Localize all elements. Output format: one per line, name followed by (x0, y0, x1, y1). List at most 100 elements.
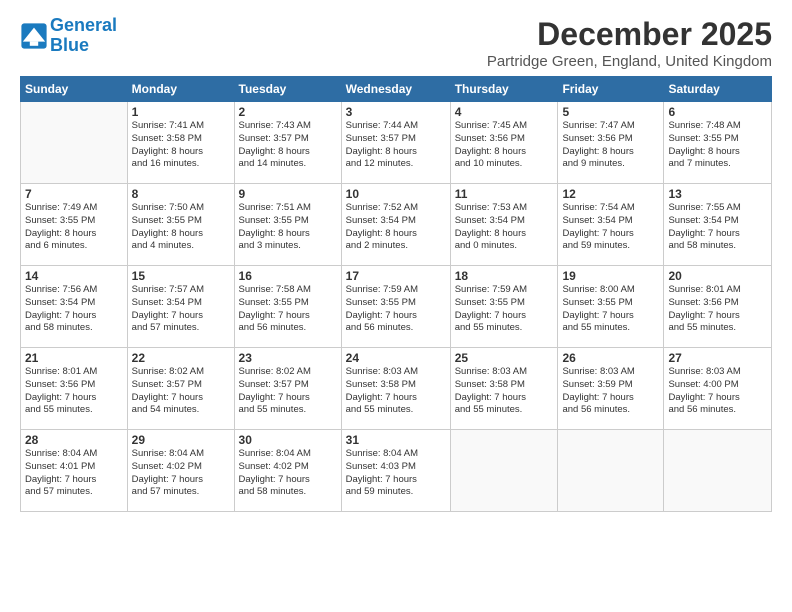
day-info: Sunrise: 7:53 AMSunset: 3:54 PMDaylight:… (455, 202, 554, 253)
calendar-cell: 14Sunrise: 7:56 AMSunset: 3:54 PMDayligh… (21, 266, 128, 348)
calendar-cell: 21Sunrise: 8:01 AMSunset: 3:56 PMDayligh… (21, 348, 128, 430)
day-info: Sunrise: 7:41 AMSunset: 3:58 PMDaylight:… (132, 120, 230, 171)
calendar-week-3: 21Sunrise: 8:01 AMSunset: 3:56 PMDayligh… (21, 348, 772, 430)
day-number: 23 (239, 351, 337, 365)
calendar-week-2: 14Sunrise: 7:56 AMSunset: 3:54 PMDayligh… (21, 266, 772, 348)
calendar-cell: 17Sunrise: 7:59 AMSunset: 3:55 PMDayligh… (341, 266, 450, 348)
calendar-cell: 26Sunrise: 8:03 AMSunset: 3:59 PMDayligh… (558, 348, 664, 430)
day-number: 29 (132, 433, 230, 447)
day-header-sunday: Sunday (21, 77, 128, 102)
calendar-cell: 16Sunrise: 7:58 AMSunset: 3:55 PMDayligh… (234, 266, 341, 348)
calendar-cell: 5Sunrise: 7:47 AMSunset: 3:56 PMDaylight… (558, 102, 664, 184)
day-number: 1 (132, 105, 230, 119)
day-info: Sunrise: 8:04 AMSunset: 4:02 PMDaylight:… (132, 448, 230, 499)
logo-text: General Blue (50, 16, 117, 56)
calendar-week-1: 7Sunrise: 7:49 AMSunset: 3:55 PMDaylight… (21, 184, 772, 266)
day-number: 16 (239, 269, 337, 283)
day-info: Sunrise: 7:47 AMSunset: 3:56 PMDaylight:… (562, 120, 659, 171)
calendar-cell: 8Sunrise: 7:50 AMSunset: 3:55 PMDaylight… (127, 184, 234, 266)
calendar-cell: 1Sunrise: 7:41 AMSunset: 3:58 PMDaylight… (127, 102, 234, 184)
calendar-cell: 24Sunrise: 8:03 AMSunset: 3:58 PMDayligh… (341, 348, 450, 430)
calendar-cell (450, 430, 558, 512)
day-number: 22 (132, 351, 230, 365)
calendar-cell: 11Sunrise: 7:53 AMSunset: 3:54 PMDayligh… (450, 184, 558, 266)
day-info: Sunrise: 7:50 AMSunset: 3:55 PMDaylight:… (132, 202, 230, 253)
calendar-cell: 31Sunrise: 8:04 AMSunset: 4:03 PMDayligh… (341, 430, 450, 512)
day-number: 21 (25, 351, 123, 365)
location-subtitle: Partridge Green, England, United Kingdom (487, 53, 772, 70)
day-number: 30 (239, 433, 337, 447)
calendar-cell: 30Sunrise: 8:04 AMSunset: 4:02 PMDayligh… (234, 430, 341, 512)
day-info: Sunrise: 7:57 AMSunset: 3:54 PMDaylight:… (132, 284, 230, 335)
day-number: 28 (25, 433, 123, 447)
calendar-cell: 22Sunrise: 8:02 AMSunset: 3:57 PMDayligh… (127, 348, 234, 430)
calendar-cell: 18Sunrise: 7:59 AMSunset: 3:55 PMDayligh… (450, 266, 558, 348)
day-info: Sunrise: 7:54 AMSunset: 3:54 PMDaylight:… (562, 202, 659, 253)
day-info: Sunrise: 8:03 AMSunset: 3:58 PMDaylight:… (346, 366, 446, 417)
day-info: Sunrise: 7:51 AMSunset: 3:55 PMDaylight:… (239, 202, 337, 253)
day-info: Sunrise: 8:02 AMSunset: 3:57 PMDaylight:… (239, 366, 337, 417)
day-number: 10 (346, 187, 446, 201)
logo-line1: General (50, 15, 117, 35)
day-info: Sunrise: 8:04 AMSunset: 4:01 PMDaylight:… (25, 448, 123, 499)
calendar-cell: 29Sunrise: 8:04 AMSunset: 4:02 PMDayligh… (127, 430, 234, 512)
title-block: December 2025 Partridge Green, England, … (487, 16, 772, 70)
day-info: Sunrise: 7:45 AMSunset: 3:56 PMDaylight:… (455, 120, 554, 171)
day-info: Sunrise: 7:44 AMSunset: 3:57 PMDaylight:… (346, 120, 446, 171)
calendar-header-row: SundayMondayTuesdayWednesdayThursdayFrid… (21, 77, 772, 102)
day-number: 3 (346, 105, 446, 119)
day-info: Sunrise: 7:59 AMSunset: 3:55 PMDaylight:… (455, 284, 554, 335)
calendar-cell: 7Sunrise: 7:49 AMSunset: 3:55 PMDaylight… (21, 184, 128, 266)
day-info: Sunrise: 7:59 AMSunset: 3:55 PMDaylight:… (346, 284, 446, 335)
calendar: SundayMondayTuesdayWednesdayThursdayFrid… (20, 76, 772, 512)
day-info: Sunrise: 7:43 AMSunset: 3:57 PMDaylight:… (239, 120, 337, 171)
logo-line2: Blue (50, 35, 89, 55)
day-info: Sunrise: 7:52 AMSunset: 3:54 PMDaylight:… (346, 202, 446, 253)
calendar-cell: 20Sunrise: 8:01 AMSunset: 3:56 PMDayligh… (664, 266, 772, 348)
day-header-monday: Monday (127, 77, 234, 102)
day-header-thursday: Thursday (450, 77, 558, 102)
calendar-cell (664, 430, 772, 512)
calendar-cell (558, 430, 664, 512)
day-number: 2 (239, 105, 337, 119)
logo: General Blue (20, 16, 117, 56)
day-number: 14 (25, 269, 123, 283)
day-number: 12 (562, 187, 659, 201)
calendar-cell: 28Sunrise: 8:04 AMSunset: 4:01 PMDayligh… (21, 430, 128, 512)
calendar-week-4: 28Sunrise: 8:04 AMSunset: 4:01 PMDayligh… (21, 430, 772, 512)
day-number: 7 (25, 187, 123, 201)
day-info: Sunrise: 8:04 AMSunset: 4:02 PMDaylight:… (239, 448, 337, 499)
calendar-cell: 27Sunrise: 8:03 AMSunset: 4:00 PMDayligh… (664, 348, 772, 430)
header: General Blue December 2025 Partridge Gre… (20, 16, 772, 70)
day-info: Sunrise: 8:02 AMSunset: 3:57 PMDaylight:… (132, 366, 230, 417)
month-title: December 2025 (487, 16, 772, 53)
day-info: Sunrise: 8:04 AMSunset: 4:03 PMDaylight:… (346, 448, 446, 499)
day-info: Sunrise: 7:58 AMSunset: 3:55 PMDaylight:… (239, 284, 337, 335)
calendar-cell: 15Sunrise: 7:57 AMSunset: 3:54 PMDayligh… (127, 266, 234, 348)
day-header-wednesday: Wednesday (341, 77, 450, 102)
calendar-cell: 19Sunrise: 8:00 AMSunset: 3:55 PMDayligh… (558, 266, 664, 348)
calendar-cell (21, 102, 128, 184)
calendar-cell: 13Sunrise: 7:55 AMSunset: 3:54 PMDayligh… (664, 184, 772, 266)
day-info: Sunrise: 7:55 AMSunset: 3:54 PMDaylight:… (668, 202, 767, 253)
day-info: Sunrise: 8:03 AMSunset: 3:58 PMDaylight:… (455, 366, 554, 417)
day-number: 26 (562, 351, 659, 365)
calendar-cell: 3Sunrise: 7:44 AMSunset: 3:57 PMDaylight… (341, 102, 450, 184)
calendar-week-0: 1Sunrise: 7:41 AMSunset: 3:58 PMDaylight… (21, 102, 772, 184)
day-number: 18 (455, 269, 554, 283)
day-info: Sunrise: 8:01 AMSunset: 3:56 PMDaylight:… (25, 366, 123, 417)
day-number: 11 (455, 187, 554, 201)
calendar-cell: 25Sunrise: 8:03 AMSunset: 3:58 PMDayligh… (450, 348, 558, 430)
day-number: 13 (668, 187, 767, 201)
day-number: 9 (239, 187, 337, 201)
logo-icon (20, 22, 48, 50)
day-info: Sunrise: 7:48 AMSunset: 3:55 PMDaylight:… (668, 120, 767, 171)
day-number: 20 (668, 269, 767, 283)
day-number: 6 (668, 105, 767, 119)
day-number: 4 (455, 105, 554, 119)
day-info: Sunrise: 7:49 AMSunset: 3:55 PMDaylight:… (25, 202, 123, 253)
calendar-cell: 6Sunrise: 7:48 AMSunset: 3:55 PMDaylight… (664, 102, 772, 184)
day-info: Sunrise: 8:01 AMSunset: 3:56 PMDaylight:… (668, 284, 767, 335)
day-number: 19 (562, 269, 659, 283)
calendar-cell: 10Sunrise: 7:52 AMSunset: 3:54 PMDayligh… (341, 184, 450, 266)
